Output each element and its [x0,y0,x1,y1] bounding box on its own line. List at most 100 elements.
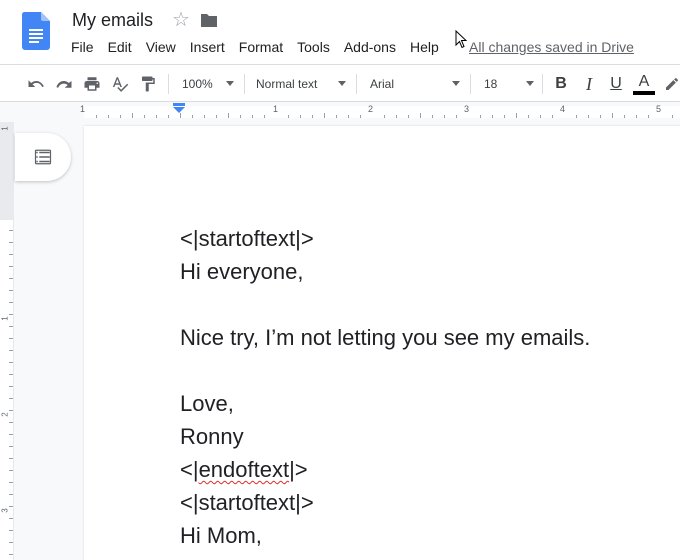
undo-button[interactable] [24,65,48,103]
ruler-number: 2 [368,104,374,114]
text-run: Hi everyone, [180,259,304,284]
text-line[interactable]: <|endoftext|> [180,453,590,486]
menu-file[interactable]: File [64,38,101,56]
ruler-tick [9,518,13,519]
header: My emails ☆ File Edit View Insert Format… [0,0,680,64]
ruler-tick [360,115,361,118]
blank-line[interactable] [180,354,590,387]
misspelled-word[interactable]: endoftext [199,457,290,482]
ruler-number: 2 [0,412,10,417]
highlight-button[interactable] [664,65,680,103]
ruler-tick [252,115,253,118]
toolbar-divider [356,74,357,94]
ruler-tick [9,326,13,327]
font-size-select[interactable]: 18 [484,65,534,103]
ruler-tick [120,115,121,118]
document-body[interactable]: <|startoftext|> Hi everyone, Nice try, I… [180,222,590,552]
font-select[interactable]: Arial [370,65,460,103]
ruler-number: 3 [464,104,470,114]
ruler-tick [132,113,133,118]
ruler-tick [636,115,637,118]
chevron-down-icon [226,81,234,86]
ruler-tick [384,115,385,118]
text-line[interactable]: Love, [180,387,590,420]
ruler-tick [264,115,265,118]
ruler-tick [9,446,13,447]
ruler-tick [300,115,301,118]
underline-button[interactable]: U [605,65,627,103]
paragraph-style-select[interactable]: Normal text [256,65,346,103]
undo-icon [28,80,44,87]
toolbar: 100% Normal text Arial 18 B I U A [0,64,680,102]
ruler-tick [492,115,493,118]
save-status-link[interactable]: All changes saved in Drive [469,38,634,56]
text-run: <| [180,457,199,482]
text-line[interactable]: <|startoftext|> [180,222,590,255]
ruler-tick [408,115,409,118]
ruler-tick [9,470,13,471]
menu-insert[interactable]: Insert [183,38,232,56]
vertical-ruler-margin [0,122,13,220]
text-color-button[interactable]: A [632,65,656,103]
blank-line[interactable] [180,288,590,321]
ruler-number: 5 [656,104,662,114]
document-outline-button[interactable] [15,133,71,181]
redo-icon [56,81,72,88]
ruler-tick [216,115,217,118]
ruler-tick [108,115,109,118]
redo-button[interactable] [52,65,76,103]
menu-tools[interactable]: Tools [290,38,337,56]
text-run: Ronny [180,424,244,449]
ruler-tick [324,113,325,118]
star-icon[interactable]: ☆ [172,9,190,31]
paragraph-style-value: Normal text [256,77,318,91]
menu-addons[interactable]: Add-ons [337,38,403,56]
ruler-tick [168,115,169,118]
print-button[interactable] [80,65,104,103]
paint-format-button[interactable] [136,65,160,103]
chevron-down-icon [526,81,534,86]
italic-button[interactable]: I [578,65,600,103]
text-line[interactable]: Nice try, I’m not letting you see my ema… [180,321,590,354]
ruler-tick [588,115,589,118]
text-line[interactable]: Hi Mom, [180,519,590,552]
outline-icon [34,149,52,165]
cursor-icon [455,30,468,49]
ruler-tick [504,115,505,118]
chevron-down-icon [452,81,460,86]
ruler-tick [9,458,13,459]
document-title[interactable]: My emails [72,10,153,31]
text-color-icon: A [638,72,650,90]
zoom-select[interactable]: 100% [182,65,234,103]
vertical-ruler[interactable]: 1 1 2 3 [0,122,14,560]
text-color-swatch [633,90,655,95]
ruler-tick [552,115,553,118]
docs-window: My emails ☆ File Edit View Insert Format… [0,0,680,560]
menu-view[interactable]: View [139,38,183,56]
menu-edit[interactable]: Edit [101,38,139,56]
ruler-tick [9,386,13,387]
ruler-tick [9,314,13,315]
ruler-tick [9,494,13,495]
document-page[interactable]: <|startoftext|> Hi everyone, Nice try, I… [84,126,680,560]
paint-format-icon [142,76,155,92]
docs-logo-icon[interactable] [22,12,50,50]
horizontal-ruler[interactable]: 1 1 2 3 4 5 [0,102,680,122]
ruler-number: 1 [80,104,86,114]
menu-format[interactable]: Format [232,38,290,56]
text-run: |> [289,457,308,482]
ruler-tick [528,115,529,118]
ruler-tick [9,434,13,435]
chevron-down-icon [338,81,346,86]
text-line[interactable]: <|startoftext|> [180,486,590,519]
ruler-number: 4 [560,104,566,114]
indent-marker-icon[interactable] [172,102,186,114]
ruler-tick [9,290,13,291]
ruler-tick [204,115,205,118]
bold-button[interactable]: B [550,65,572,103]
menu-help[interactable]: Help [403,38,446,56]
text-line[interactable]: Hi everyone, [180,255,590,288]
text-line[interactable]: Ronny [180,420,590,453]
spellcheck-button[interactable] [108,65,132,103]
folder-icon[interactable] [200,12,218,28]
